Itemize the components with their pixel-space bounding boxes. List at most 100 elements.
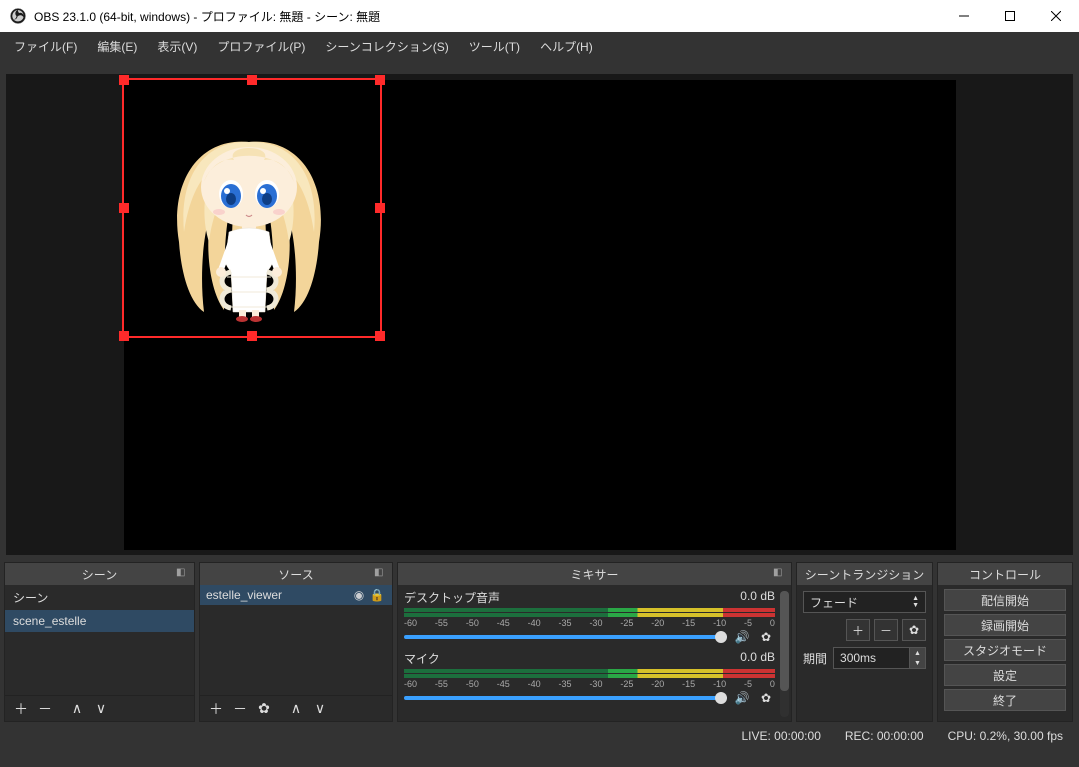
source-properties-button[interactable]: ✿	[252, 697, 276, 721]
meter-ticks: -60-55-50-45-40-35-30-25-20-15-10-50	[404, 618, 775, 628]
studio-mode-button[interactable]: スタジオモード	[944, 639, 1066, 661]
exit-button[interactable]: 終了	[944, 689, 1066, 711]
remove-transition-button[interactable]: －	[874, 619, 898, 641]
resize-handle-ml[interactable]	[119, 203, 129, 213]
mixer-body: デスクトップ音声 0.0 dB -60-55-50-45-40-35-30-25…	[398, 585, 791, 721]
move-source-up-button[interactable]: ∧	[284, 697, 308, 721]
resize-handle-tl[interactable]	[119, 75, 129, 85]
scenes-dock-header[interactable]: シーン ◧	[5, 563, 194, 585]
transition-select[interactable]: フェード ▲▼	[803, 591, 926, 613]
sources-dock-header[interactable]: ソース ◧	[200, 563, 392, 585]
slider-knob[interactable]	[715, 631, 727, 643]
sources-dock-title: ソース	[278, 566, 313, 583]
volume-slider[interactable]	[404, 696, 727, 700]
mixer-dock-header[interactable]: ミキサー ◧	[398, 563, 791, 585]
spin-up-icon[interactable]: ▲	[909, 648, 925, 658]
minimize-button[interactable]	[941, 0, 987, 32]
add-source-button[interactable]: ＋	[204, 697, 228, 721]
scenes-dock: シーン ◧ シーン scene_estelle ＋ － ∧ ∨	[4, 562, 195, 722]
volume-slider[interactable]	[404, 635, 727, 639]
add-transition-button[interactable]: ＋	[846, 619, 870, 641]
duration-spinner[interactable]: ▲▼	[909, 648, 925, 668]
move-scene-up-button[interactable]: ∧	[65, 697, 89, 721]
preview-canvas[interactable]	[124, 80, 956, 550]
preview-bg	[6, 74, 1073, 555]
resize-handle-br[interactable]	[375, 331, 385, 341]
popout-icon[interactable]: ◧	[374, 567, 388, 581]
sources-list[interactable]: estelle_viewer ◉ 🔒	[200, 585, 392, 695]
transition-properties-button[interactable]: ✿	[902, 619, 926, 641]
controls-dock: コントロール 配信開始 録画開始 スタジオモード 設定 終了	[937, 562, 1073, 722]
resize-handle-tr[interactable]	[375, 75, 385, 85]
add-scene-button[interactable]: ＋	[9, 697, 33, 721]
mixer-channel-mic: マイク 0.0 dB -60-55-50-45-40-35-30-25-20-1…	[404, 650, 775, 707]
mixer-channel-db: 0.0 dB	[740, 650, 775, 667]
spin-down-icon[interactable]: ▼	[909, 658, 925, 668]
start-recording-button[interactable]: 録画開始	[944, 614, 1066, 636]
visibility-icon[interactable]: ◉	[350, 588, 368, 602]
lock-icon[interactable]: 🔒	[368, 588, 386, 602]
close-button[interactable]	[1033, 0, 1079, 32]
mixer-channel-name: マイク	[404, 650, 440, 667]
source-item[interactable]: estelle_viewer ◉ 🔒	[200, 585, 392, 605]
scenes-list[interactable]: シーン scene_estelle	[5, 585, 194, 695]
menu-help[interactable]: ヘルプ(H)	[530, 34, 603, 59]
menu-edit[interactable]: 編集(E)	[87, 34, 147, 59]
audio-meter	[404, 613, 775, 617]
duration-value: 300ms	[840, 651, 876, 665]
source-item-name: estelle_viewer	[206, 588, 350, 602]
settings-button[interactable]: 設定	[944, 664, 1066, 686]
duration-input[interactable]: 300ms ▲▼	[833, 647, 926, 669]
source-preview-character	[169, 112, 329, 322]
menubar: ファイル(F) 編集(E) 表示(V) プロファイル(P) シーンコレクション(…	[0, 32, 1079, 60]
move-source-down-button[interactable]: ∨	[308, 697, 332, 721]
docks-row: シーン ◧ シーン scene_estelle ＋ － ∧ ∨ ソース ◧ es…	[0, 562, 1079, 722]
status-rec: REC: 00:00:00	[845, 729, 924, 743]
mixer-channel-db: 0.0 dB	[740, 589, 775, 606]
meter-ticks: -60-55-50-45-40-35-30-25-20-15-10-50	[404, 679, 775, 689]
maximize-button[interactable]	[987, 0, 1033, 32]
mixer-channel-name: デスクトップ音声	[404, 589, 500, 606]
mute-button[interactable]: 🔊	[733, 628, 751, 646]
scene-item[interactable]: scene_estelle	[5, 610, 194, 632]
scenes-toolbar: ＋ － ∧ ∨	[5, 695, 194, 721]
resize-handle-bm[interactable]	[247, 331, 257, 341]
resize-handle-tm[interactable]	[247, 75, 257, 85]
audio-meter	[404, 669, 775, 673]
statusbar: LIVE: 00:00:00 REC: 00:00:00 CPU: 0.2%, …	[0, 722, 1079, 750]
start-streaming-button[interactable]: 配信開始	[944, 589, 1066, 611]
resize-handle-bl[interactable]	[119, 331, 129, 341]
transitions-dock-header[interactable]: シーントランジション	[797, 563, 932, 585]
scrollbar-thumb[interactable]	[780, 591, 789, 691]
obs-logo-icon	[10, 8, 26, 24]
transitions-dock: シーントランジション フェード ▲▼ ＋ － ✿ 期間 300ms ▲▼	[796, 562, 933, 722]
controls-dock-header[interactable]: コントロール	[938, 563, 1072, 585]
mixer-scrollbar[interactable]	[780, 591, 789, 717]
menu-scene-collection[interactable]: シーンコレクション(S)	[315, 34, 458, 59]
transition-selected-label: フェード	[810, 594, 858, 611]
preview-area	[0, 60, 1079, 562]
popout-icon[interactable]: ◧	[773, 567, 787, 581]
menu-tools[interactable]: ツール(T)	[459, 34, 530, 59]
menu-file[interactable]: ファイル(F)	[4, 34, 87, 59]
move-scene-down-button[interactable]: ∨	[89, 697, 113, 721]
remove-scene-button[interactable]: －	[33, 697, 57, 721]
remove-source-button[interactable]: －	[228, 697, 252, 721]
channel-settings-button[interactable]: ✿	[757, 628, 775, 646]
mute-button[interactable]: 🔊	[733, 689, 751, 707]
menu-profile[interactable]: プロファイル(P)	[207, 34, 315, 59]
window-title: OBS 23.1.0 (64-bit, windows) - プロファイル: 無…	[34, 8, 941, 25]
mixer-dock: ミキサー ◧ デスクトップ音声 0.0 dB -60-55-50-45-40-3…	[397, 562, 792, 722]
audio-meter	[404, 674, 775, 678]
popout-icon[interactable]: ◧	[176, 567, 190, 581]
source-selection-box[interactable]	[124, 80, 380, 336]
titlebar: OBS 23.1.0 (64-bit, windows) - プロファイル: 無…	[0, 0, 1079, 32]
status-cpu: CPU: 0.2%, 30.00 fps	[948, 729, 1063, 743]
menu-view[interactable]: 表示(V)	[147, 34, 207, 59]
slider-knob[interactable]	[715, 692, 727, 704]
transitions-body: フェード ▲▼ ＋ － ✿ 期間 300ms ▲▼	[797, 585, 932, 721]
dropdown-icon: ▲▼	[912, 595, 919, 609]
channel-settings-button[interactable]: ✿	[757, 689, 775, 707]
resize-handle-mr[interactable]	[375, 203, 385, 213]
status-live: LIVE: 00:00:00	[741, 729, 820, 743]
